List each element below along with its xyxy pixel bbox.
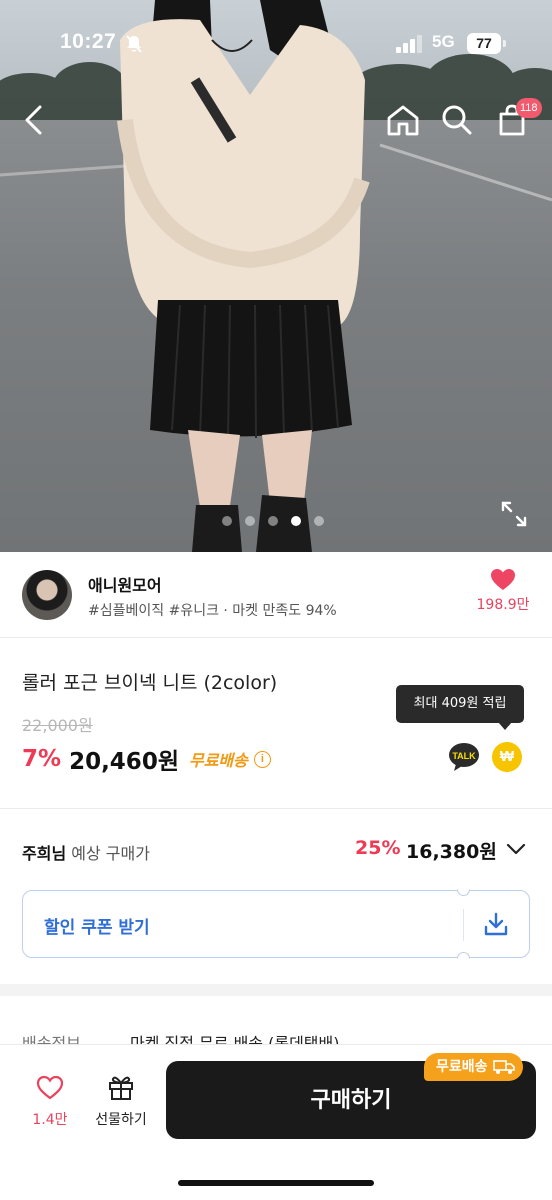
free-shipping-badge: 무료배송 — [424, 1053, 523, 1081]
member-price-caption: 예상 구매가 — [66, 844, 150, 863]
member-price-label: 주희님 예상 구매가 — [22, 840, 150, 864]
points-tooltip: 최대 409원 적립 — [396, 685, 524, 723]
product-photo[interactable]: 10:27 5G 77 118 — [0, 0, 552, 552]
home-icon — [387, 105, 419, 136]
talk-icon-label: TALK — [452, 751, 476, 761]
battery-level: 77 — [467, 33, 501, 54]
shop-like-button[interactable]: 198.9만 — [472, 568, 534, 614]
kakaotalk-share-icon[interactable]: TALK — [448, 742, 480, 772]
price-row: 7% 20,460원 무료배송 i — [22, 742, 271, 776]
coupon-label: 할인 쿠폰 받기 — [44, 918, 150, 938]
page-dot-active[interactable] — [291, 516, 301, 526]
status-bar: 10:27 5G 77 — [0, 30, 552, 60]
gift-label: 선물하기 — [95, 1112, 147, 1128]
gift-icon — [109, 1076, 133, 1100]
silent-bell-icon — [126, 35, 142, 53]
search-button[interactable] — [437, 100, 477, 140]
bottom-action-bar: 1.4만 선물하기 구매하기 무료배송 — [0, 1044, 552, 1200]
original-price: 22,000원 — [22, 716, 93, 735]
search-icon — [442, 105, 472, 135]
page-dot[interactable] — [314, 516, 324, 526]
signal-icon — [396, 35, 422, 53]
coupon-notch — [457, 889, 470, 896]
section-gap — [0, 984, 552, 996]
gallery-pagination — [222, 516, 324, 526]
back-button[interactable] — [14, 100, 54, 140]
member-discount-rate: 25% — [355, 837, 401, 859]
home-button[interactable] — [383, 100, 423, 140]
member-name: 주희님 — [22, 844, 67, 863]
download-icon — [484, 912, 508, 936]
cart-count-badge: 118 — [516, 98, 542, 118]
page-dot[interactable] — [268, 516, 278, 526]
home-indicator — [178, 1180, 374, 1186]
seller-avatar[interactable] — [22, 570, 72, 620]
chevron-left-icon — [25, 105, 42, 135]
tooltip-tail — [498, 722, 512, 730]
discount-rate: 7% — [22, 746, 62, 772]
like-button[interactable]: 1.4만 — [22, 1075, 78, 1129]
battery-tip — [503, 40, 506, 47]
like-count: 1.4만 — [32, 1112, 68, 1128]
gift-button[interactable]: 선물하기 — [88, 1073, 154, 1129]
seller-row[interactable]: 애니원모어 #심플베이직 #유니크 · 마켓 만족도 94% 198.9만 — [0, 552, 552, 638]
page-dot[interactable] — [245, 516, 255, 526]
shop-tags: #심플베이직 #유니크 · 마켓 만족도 94% — [88, 603, 337, 619]
coupon-separator — [463, 909, 464, 941]
coupon-notch — [457, 952, 470, 959]
member-price-value: 16,380원 — [406, 841, 497, 863]
section-divider — [0, 808, 552, 809]
coupon-button[interactable]: 할인 쿠폰 받기 — [22, 889, 530, 959]
network-type: 5G — [432, 32, 455, 51]
free-shipping-label: 무료배송 — [188, 751, 248, 770]
page-dot[interactable] — [222, 516, 232, 526]
sale-price: 20,460원 — [69, 749, 179, 775]
shop-name[interactable]: 애니원모어 — [88, 572, 162, 596]
truck-icon — [492, 1060, 515, 1074]
photo-scene — [0, 0, 552, 552]
heart-filled-icon — [491, 569, 515, 590]
info-icon[interactable]: i — [253, 750, 271, 768]
status-time: 10:27 — [60, 30, 117, 53]
fullscreen-icon[interactable] — [500, 500, 528, 528]
member-price-row[interactable]: 주희님 예상 구매가 25% 16,380원 — [0, 830, 552, 870]
chevron-down-icon[interactable] — [506, 842, 526, 856]
shop-like-count: 198.9만 — [476, 597, 530, 613]
free-shipping-badge-label: 무료배송 — [436, 1059, 488, 1075]
product-title: 롤러 포근 브이넥 니트 (2color) — [22, 672, 278, 694]
points-icon[interactable]: ₩ — [492, 742, 522, 772]
heart-outline-icon — [36, 1075, 64, 1100]
